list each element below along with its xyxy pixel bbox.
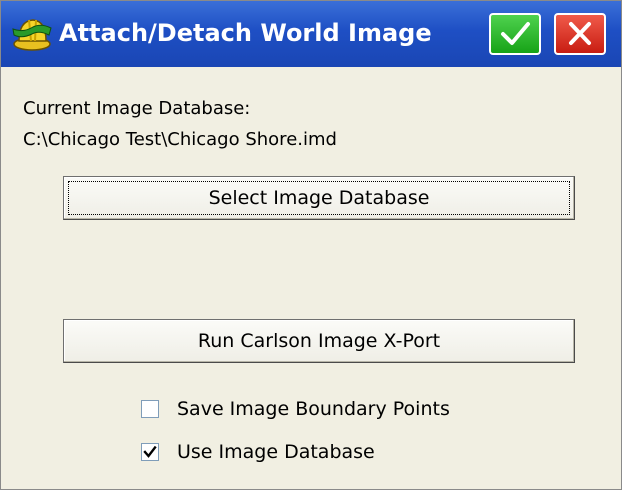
run-image-xport-label: Run Carlson Image X-Port [197,330,441,352]
use-image-database-checkbox[interactable] [141,443,159,461]
ok-button[interactable] [489,13,541,55]
use-image-database-label: Use Image Database [177,441,375,463]
select-image-database-button[interactable]: Select Image Database [63,176,575,220]
current-db-label: Current Image Database: [23,98,251,119]
save-boundary-points-checkbox[interactable] [141,400,159,418]
dialog-window: Attach/Detach World Image Current Image … [0,0,622,490]
current-db-path: C:\Chicago Test\Chicago Shore.imd [23,129,337,150]
save-boundary-points-label: Save Image Boundary Points [177,398,450,420]
window-title: Attach/Detach World Image [59,19,432,47]
cancel-button[interactable] [554,13,606,55]
run-image-xport-button[interactable]: Run Carlson Image X-Port [63,319,575,363]
select-image-database-label: Select Image Database [208,187,430,209]
hard-hat-icon [11,11,53,53]
title-bar[interactable]: Attach/Detach World Image [1,1,621,67]
